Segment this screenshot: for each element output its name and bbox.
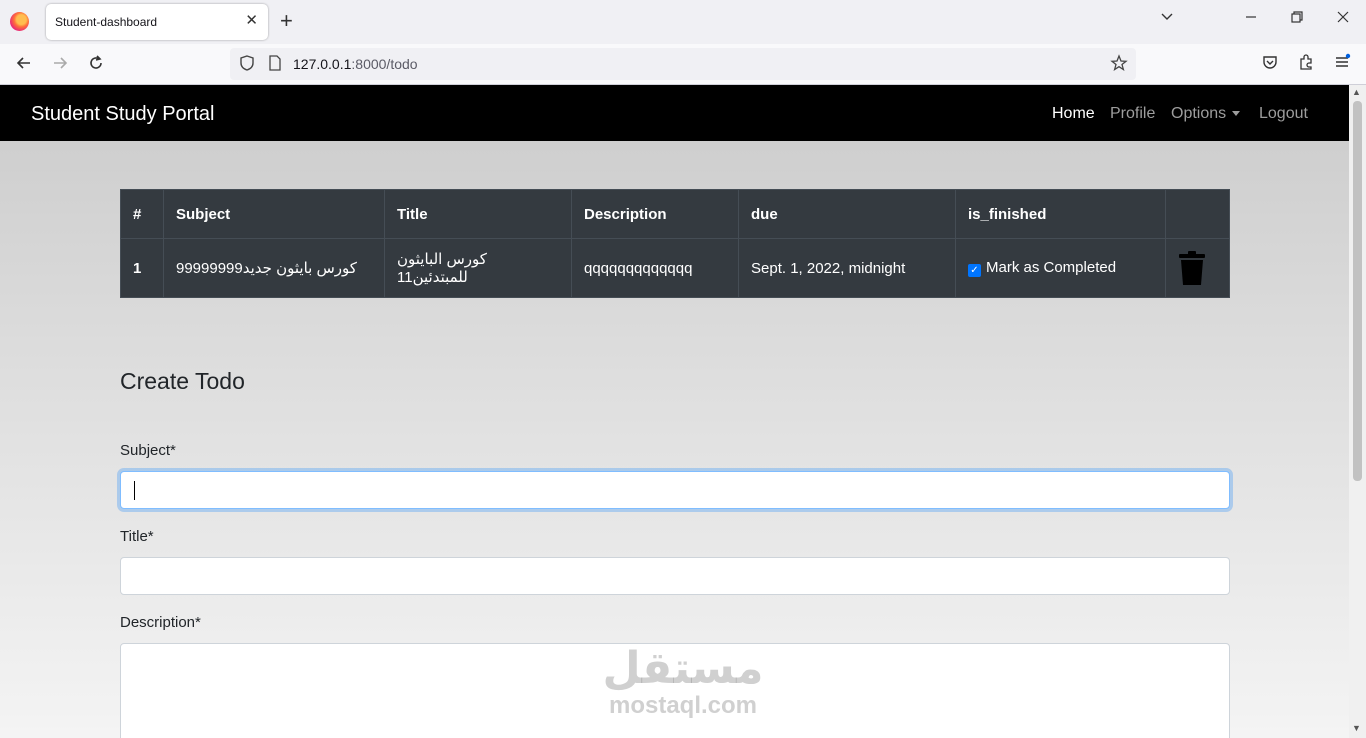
scroll-down-icon[interactable]: ▼ <box>1352 723 1361 733</box>
cell-title: كورس البايثون للمبتدئين11 <box>384 238 572 298</box>
title-input[interactable] <box>120 557 1230 595</box>
nav-profile[interactable]: Profile <box>1110 105 1155 123</box>
url-host: 127.0.0.1 <box>293 56 352 72</box>
new-tab-button[interactable]: + <box>280 10 293 32</box>
url-path: :8000/todo <box>351 56 418 72</box>
cell-actions <box>1165 238 1230 298</box>
browser-tab[interactable]: Student-dashboard ✕ <box>46 4 268 40</box>
browser-toolbar: 127.0.0.1:8000/todo <box>0 44 1366 85</box>
site-brand[interactable]: Student Study Portal <box>31 103 214 126</box>
chevron-down-icon <box>1232 111 1241 117</box>
forward-icon[interactable] <box>50 53 70 78</box>
back-icon[interactable] <box>14 53 34 78</box>
address-bar[interactable]: 127.0.0.1:8000/todo <box>230 48 1136 80</box>
header-actions <box>1165 189 1230 239</box>
title-label: Title* <box>120 528 154 545</box>
restore-icon[interactable] <box>1290 10 1304 30</box>
header-num: # <box>120 189 164 239</box>
nav-logout[interactable]: Logout <box>1259 105 1308 123</box>
minimize-icon[interactable] <box>1244 10 1258 30</box>
star-icon[interactable] <box>1110 54 1128 78</box>
trash-icon[interactable] <box>1179 251 1205 285</box>
header-subject: Subject <box>163 189 385 239</box>
todo-table: # Subject Title Description due is_finis… <box>120 189 1230 298</box>
mark-completed-label[interactable]: Mark as Completed <box>986 259 1116 276</box>
watermark-arabic: مستقل <box>602 643 764 694</box>
page-viewport: Student Study Portal Home Profile Option… <box>0 85 1349 738</box>
header-is-finished: is_finished <box>955 189 1166 239</box>
page-icon[interactable] <box>268 54 282 78</box>
subject-label: Subject* <box>120 442 176 459</box>
header-title: Title <box>384 189 572 239</box>
nav-home[interactable]: Home <box>1052 105 1095 123</box>
description-label: Description* <box>120 614 201 631</box>
tab-title: Student-dashboard <box>55 15 158 29</box>
reload-icon[interactable] <box>86 53 106 78</box>
create-todo-title: Create Todo <box>120 368 245 394</box>
tab-close-icon[interactable]: ✕ <box>245 12 258 30</box>
nav-options-label: Options <box>1171 105 1227 122</box>
watermark-latin: mostaql.com <box>608 692 758 719</box>
pocket-icon[interactable] <box>1261 53 1279 76</box>
shield-icon[interactable] <box>239 54 255 78</box>
mark-completed-checkbox[interactable]: ✓ <box>968 264 981 277</box>
cell-subject: كورس بايثون جديد99999999 <box>163 238 385 298</box>
close-window-icon[interactable] <box>1336 10 1350 30</box>
extensions-icon[interactable] <box>1297 53 1315 76</box>
cell-is-finished: ✓ Mark as Completed <box>955 238 1166 298</box>
header-description: Description <box>571 189 739 239</box>
subject-input[interactable] <box>120 471 1230 509</box>
list-tabs-icon[interactable] <box>1160 10 1174 30</box>
page-scrollbar[interactable]: ▲ ▼ <box>1349 85 1366 738</box>
text-cursor <box>134 481 135 500</box>
cell-due: Sept. 1, 2022, midnight <box>738 238 956 298</box>
scroll-up-icon[interactable]: ▲ <box>1352 87 1361 97</box>
table-row: 1 كورس بايثون جديد99999999 كورس البايثون… <box>120 238 1230 298</box>
table-header-row: # Subject Title Description due is_finis… <box>120 189 1230 239</box>
menu-icon[interactable] <box>1333 53 1351 76</box>
cell-description: qqqqqqqqqqqqq <box>571 238 739 298</box>
scroll-thumb[interactable] <box>1353 101 1362 481</box>
browser-tab-bar: Student-dashboard ✕ + <box>0 0 1366 44</box>
nav-options[interactable]: Options <box>1171 105 1241 123</box>
firefox-logo-icon <box>10 12 29 31</box>
url-text[interactable]: 127.0.0.1:8000/todo <box>293 56 418 72</box>
site-navbar: Student Study Portal Home Profile Option… <box>0 85 1349 141</box>
watermark-logo: مستقل mostaql.com <box>600 645 766 719</box>
header-due: due <box>738 189 956 239</box>
cell-num: 1 <box>120 238 164 298</box>
